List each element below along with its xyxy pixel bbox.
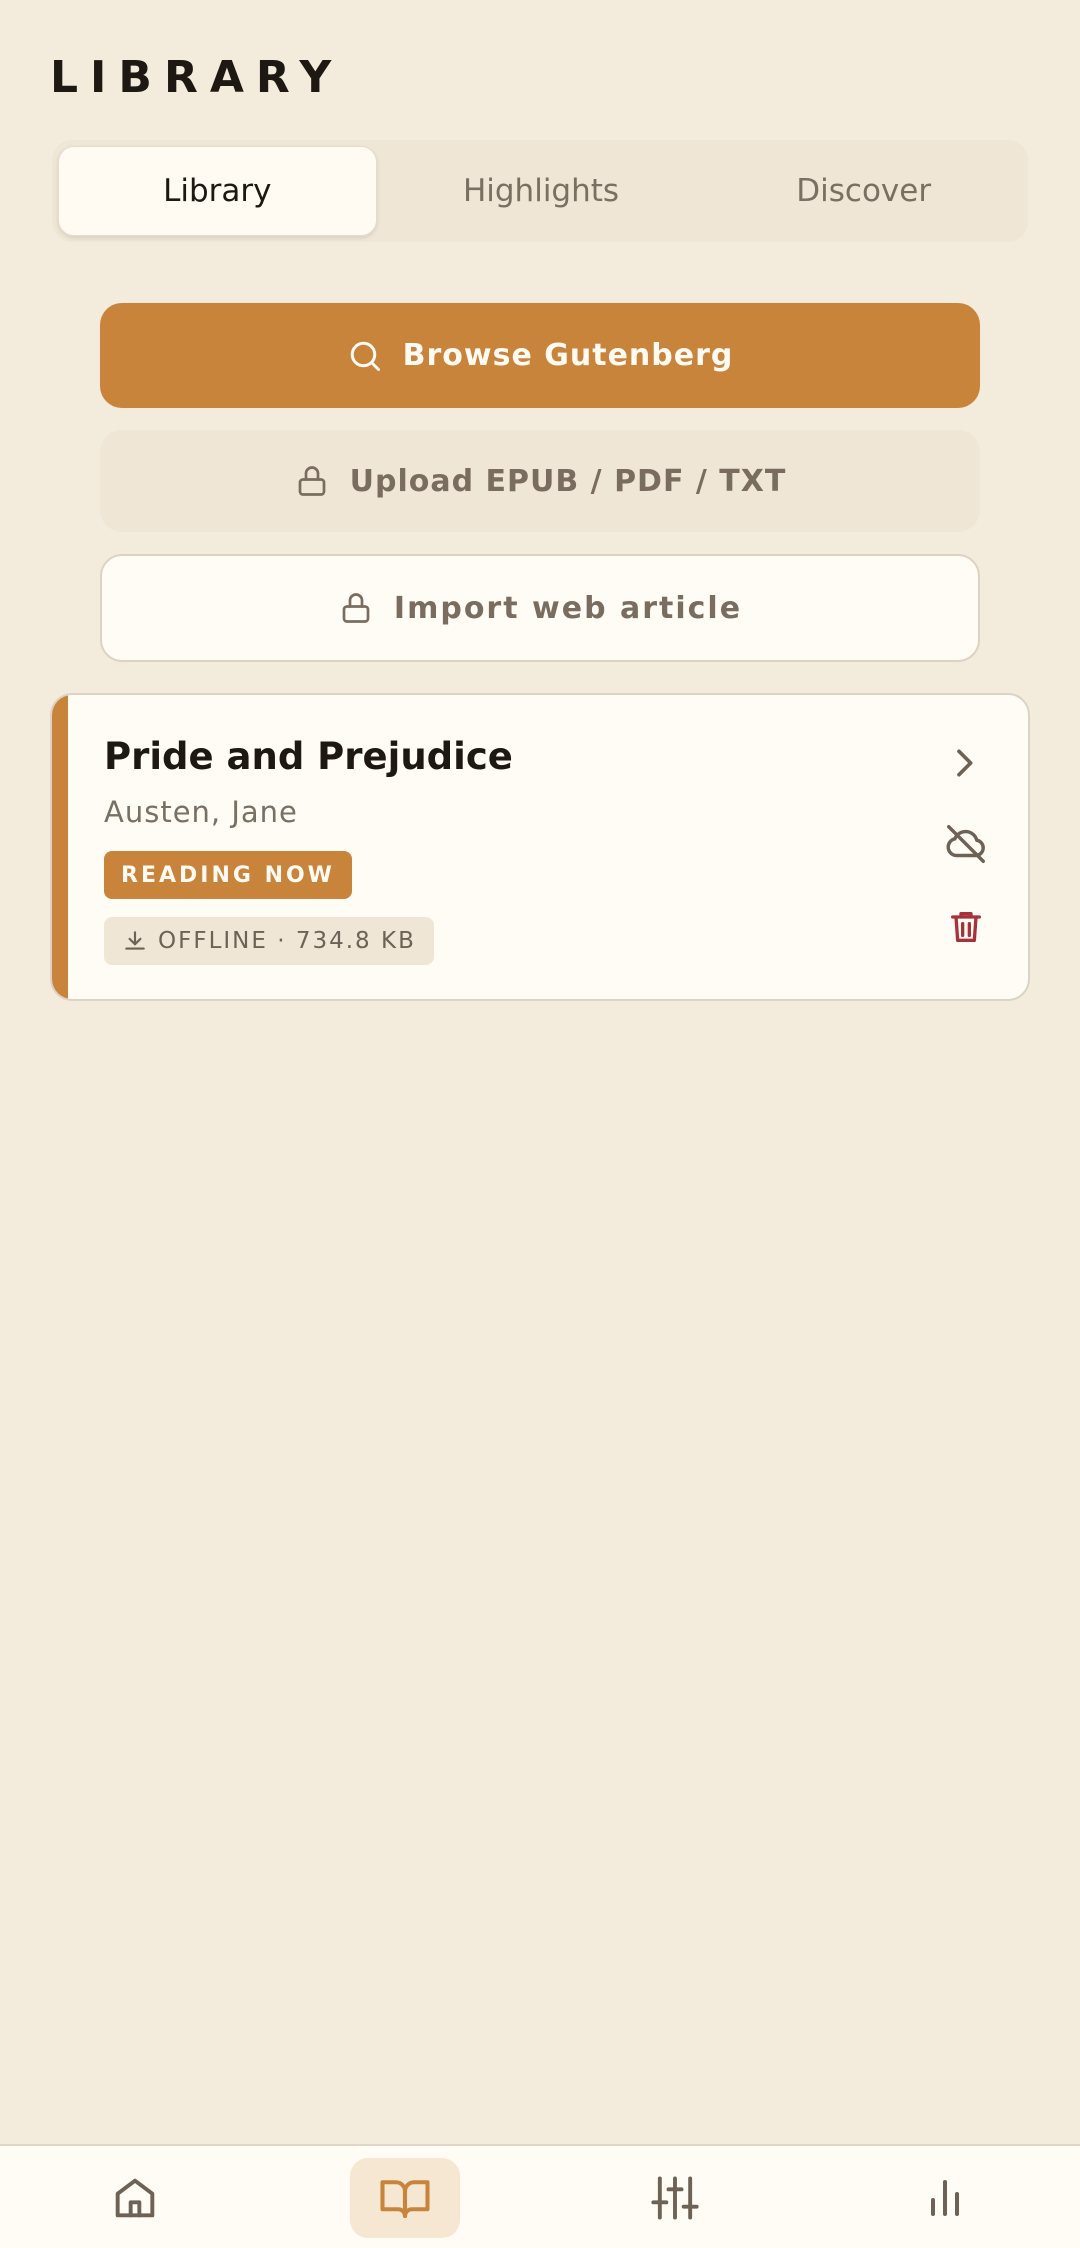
book-open-icon	[380, 2180, 430, 2219]
nav-home[interactable]	[80, 2158, 190, 2238]
home-icon	[115, 2178, 155, 2218]
offline-badge: OFFLINE · 734.8 KB	[104, 917, 434, 965]
sliders-icon	[651, 2176, 699, 2220]
browse-gutenberg-label: Browse Gutenberg	[402, 338, 734, 373]
book-card-accent	[52, 695, 68, 999]
browse-gutenberg-button[interactable]: Browse Gutenberg	[100, 303, 980, 408]
tab-highlights[interactable]: Highlights	[383, 146, 700, 236]
nav-stats[interactable]	[890, 2158, 1000, 2238]
page-title: LIBRARY	[50, 52, 344, 103]
lock-icon	[342, 593, 370, 623]
upload-file-label: Upload EPUB / PDF / TXT	[349, 463, 787, 499]
download-icon	[125, 931, 145, 950]
search-icon	[350, 341, 380, 371]
lock-icon	[298, 466, 325, 496]
bottom-navigation	[0, 2144, 1080, 2248]
book-card[interactable]: Pride and Prejudice Austen, Jane READING…	[50, 693, 1030, 1001]
cloud-off-icon	[946, 825, 985, 863]
nav-library[interactable]	[350, 2158, 460, 2238]
tab-discover[interactable]: Discover	[705, 146, 1022, 236]
delete-book-button[interactable]	[938, 899, 994, 955]
book-title: Pride and Prejudice	[104, 735, 513, 778]
trash-icon	[951, 912, 981, 942]
open-book-button[interactable]	[936, 735, 992, 791]
tab-library[interactable]: Library	[58, 146, 377, 236]
bar-chart-icon	[931, 2180, 959, 2216]
import-web-article-label: Import web article	[393, 590, 743, 626]
tab-bar: Library Highlights Discover	[52, 140, 1028, 242]
chevron-right-icon	[957, 749, 973, 777]
nav-controls[interactable]	[620, 2158, 730, 2238]
import-web-article-button[interactable]: Import web article	[100, 554, 980, 662]
upload-file-button[interactable]: Upload EPUB / PDF / TXT	[100, 430, 980, 532]
cloud-sync-toggle[interactable]	[938, 816, 994, 872]
reading-now-badge: READING NOW	[104, 851, 352, 899]
book-author: Austen, Jane	[104, 795, 298, 829]
library-screen: LIBRARY Library Highlights Discover Brow…	[0, 0, 1080, 2248]
offline-badge-label: OFFLINE · 734.8 KB	[158, 928, 416, 954]
